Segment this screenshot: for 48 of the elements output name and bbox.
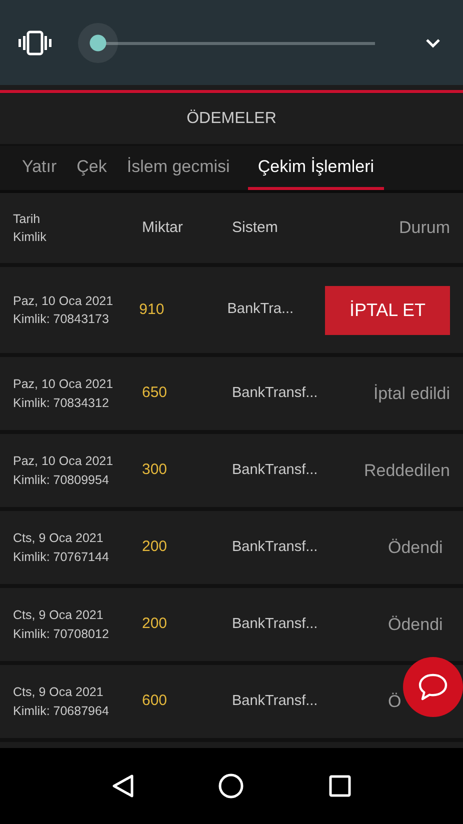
amount-text: 650 [142,384,168,402]
status-text: Ö [388,690,402,713]
home-icon[interactable] [218,773,244,799]
date-text: Paz, 10 Oca 2021 [13,453,114,470]
date-text: Cts, 9 Oca 2021 [13,684,104,702]
system-text: BankTransf... [232,616,318,632]
slider-thumb[interactable] [78,22,118,62]
date-text: Paz, 10 Oca 2021 [13,292,114,310]
system-text: BankTransf... [232,692,318,709]
column-header: Miktar [142,218,183,236]
tab[interactable]: İslem gecmisi [116,146,240,190]
amount-text: 600 [142,692,168,710]
column-header: Tarih [13,210,42,228]
chat-bubble-icon [417,672,449,702]
id-text: Kimlik: 70834312 [13,394,110,412]
amount-text: 300 [142,461,168,478]
chevron-down-icon[interactable] [425,38,441,48]
cancel-button[interactable]: İPTAL ET [325,286,450,334]
system-text: BankTransf... [232,384,318,401]
status-text: Reddedilen [364,460,450,482]
id-text: Kimlik: 70843173 [13,311,110,328]
amount-text: 200 [142,538,168,556]
column-header: Kimlik [13,229,48,246]
column-header: Durum [398,218,450,238]
system-text: BankTransf... [232,462,318,478]
date-text: Cts, 9 Oca 2021 [13,607,104,624]
tab[interactable]: Yatır [12,146,67,190]
id-text: Kimlik: 70708012 [13,626,110,642]
status-text: İptal edildi [373,382,450,405]
system-text: BankTransf... [232,538,318,555]
volume-slider[interactable] [78,22,375,62]
date-text: Paz, 10 Oca 2021 [13,376,114,394]
status-text: Ödendi [388,536,444,559]
status-text: Ödendi [388,614,444,636]
tab[interactable]: Çekim İşlemleri [248,146,384,190]
amount-text: 200 [142,615,168,632]
id-text: Kimlik: 70809954 [13,472,110,488]
id-text: Kimlik: 70767144 [13,548,110,566]
vibrate-icon[interactable] [18,30,52,56]
tab[interactable]: Çek [66,146,117,190]
system-text: BankTra... [227,301,294,318]
amount-text: 910 [139,300,164,318]
id-text: Kimlik: 70687964 [13,702,110,720]
column-header: Sistem [232,218,278,236]
date-text: Cts, 9 Oca 2021 [13,530,104,548]
recents-icon[interactable] [328,775,351,797]
page-title: ÖDEMELER [186,108,276,129]
back-icon[interactable] [112,774,134,798]
